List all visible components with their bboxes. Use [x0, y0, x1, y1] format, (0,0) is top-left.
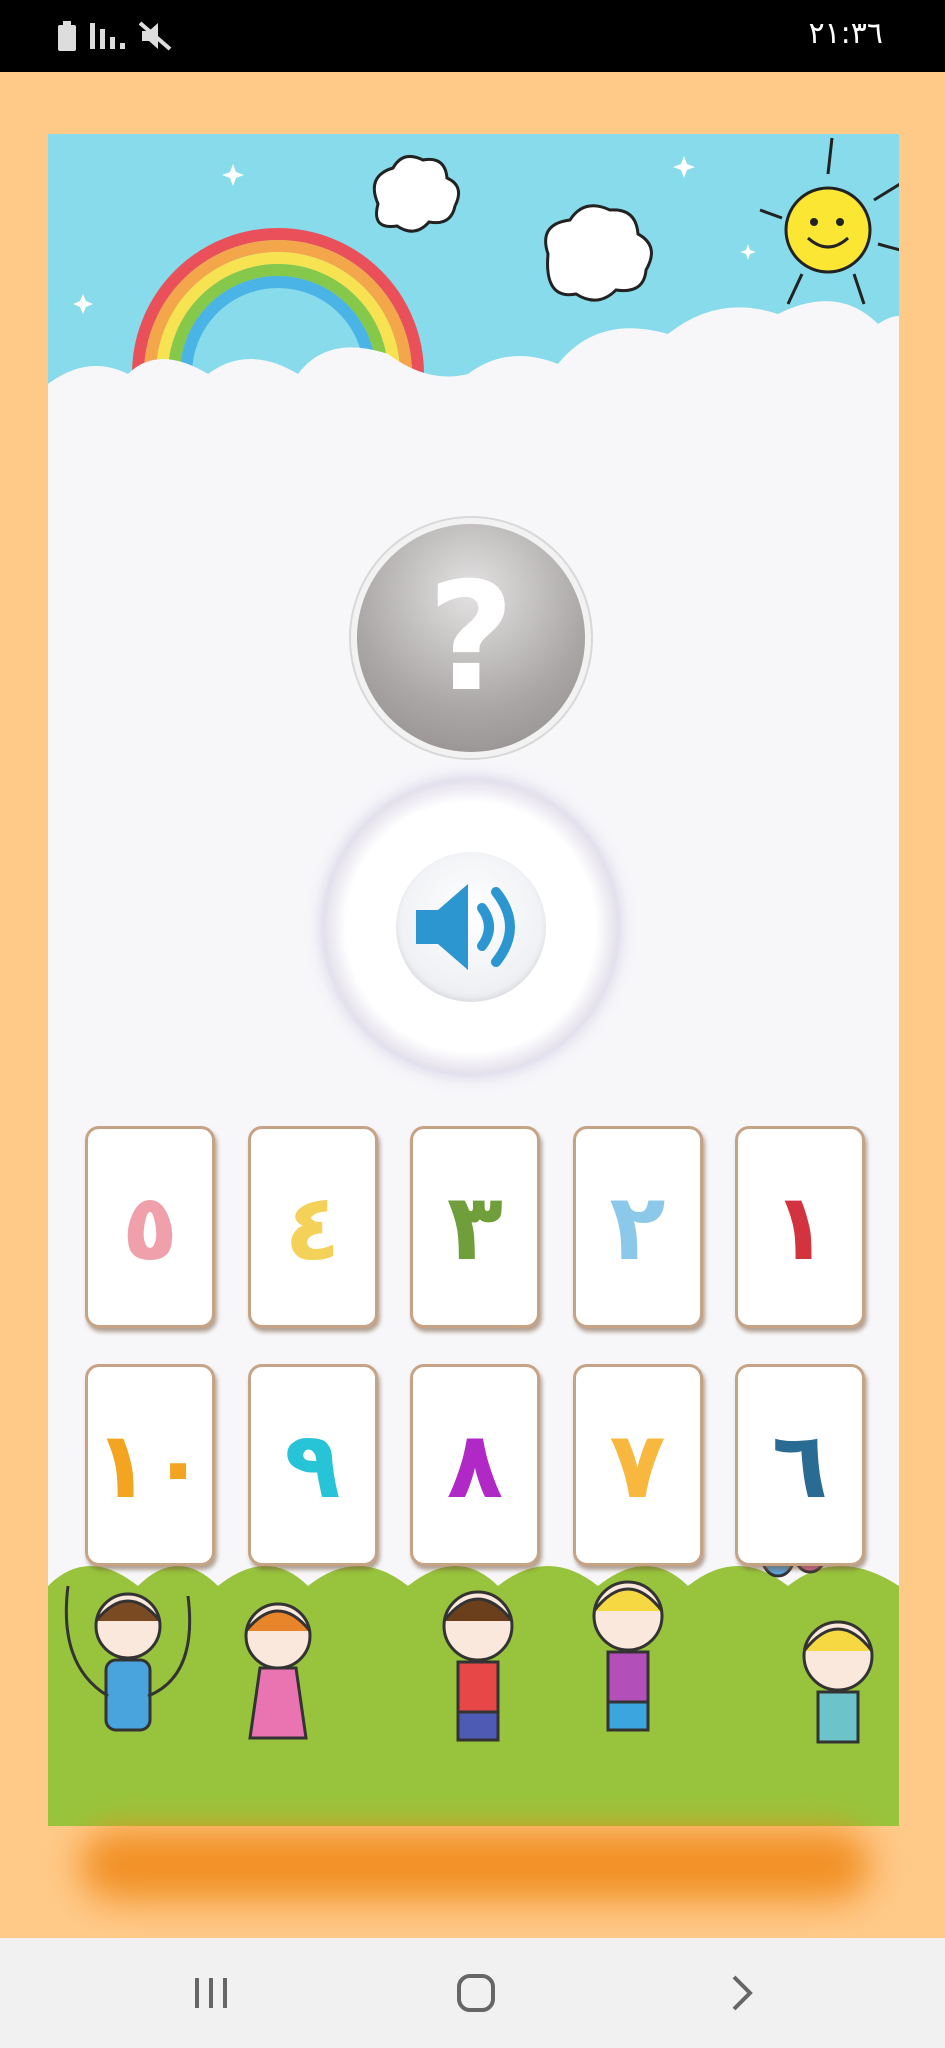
- recents-icon: [195, 1978, 227, 2008]
- sky-background: [48, 134, 899, 564]
- card-digit: ١٠: [93, 1411, 207, 1519]
- speaker-icon: [416, 884, 515, 970]
- card-digit: ٩: [284, 1411, 341, 1519]
- number-cards-row: ١٠ ٩ ٨ ٧ ٦: [85, 1364, 865, 1566]
- play-sound-button[interactable]: [324, 780, 618, 1074]
- number-card-3[interactable]: ٣: [410, 1126, 540, 1328]
- number-cards-row: ٥ ٤ ٣ ٢ ١: [85, 1126, 865, 1328]
- card-digit: ٨: [446, 1411, 504, 1519]
- kids-illustration: [48, 1530, 899, 1826]
- card-digit: ٧: [609, 1411, 666, 1519]
- status-time: ٢١:٣٦: [808, 16, 883, 51]
- card-digit: ١: [771, 1173, 829, 1281]
- number-card-1[interactable]: ١: [735, 1126, 865, 1328]
- back-icon: [732, 1975, 753, 2011]
- number-card-4[interactable]: ٤: [247, 1126, 378, 1328]
- number-card-2[interactable]: ٢: [572, 1126, 703, 1328]
- home-button[interactable]: [446, 1968, 506, 2018]
- card-digit: ٣: [446, 1173, 504, 1281]
- home-icon: [457, 1974, 495, 2012]
- speaker-button-face: [396, 852, 546, 1002]
- number-card-7[interactable]: ٧: [572, 1364, 703, 1566]
- card-digit: ٤: [284, 1173, 341, 1281]
- battery-icon: [58, 21, 76, 51]
- number-card-9[interactable]: ٩: [247, 1364, 378, 1566]
- number-card-10[interactable]: ١٠: [85, 1364, 215, 1566]
- question-icon: ?: [427, 551, 515, 725]
- number-card-8[interactable]: ٨: [410, 1364, 540, 1566]
- game-panel: ? ٥ ٤ ٣ ٢ ١ ١٠ ٩ ٨ ٧ ٦: [48, 134, 899, 1826]
- mute-icon: [138, 21, 172, 51]
- navigation-bar: [0, 1938, 945, 2048]
- card-digit: ٢: [609, 1173, 666, 1281]
- question-button[interactable]: ?: [357, 524, 585, 752]
- signal-icon: [90, 23, 125, 49]
- number-card-5[interactable]: ٥: [85, 1126, 215, 1328]
- panel-shadow: [80, 1830, 870, 1900]
- card-digit: ٦: [771, 1411, 829, 1519]
- status-bar: ٢١:٣٦: [0, 0, 945, 72]
- recents-button[interactable]: [181, 1968, 241, 2018]
- back-button[interactable]: [711, 1968, 771, 2018]
- status-icons: [56, 18, 172, 54]
- number-card-6[interactable]: ٦: [735, 1364, 865, 1566]
- card-digit: ٥: [121, 1173, 179, 1281]
